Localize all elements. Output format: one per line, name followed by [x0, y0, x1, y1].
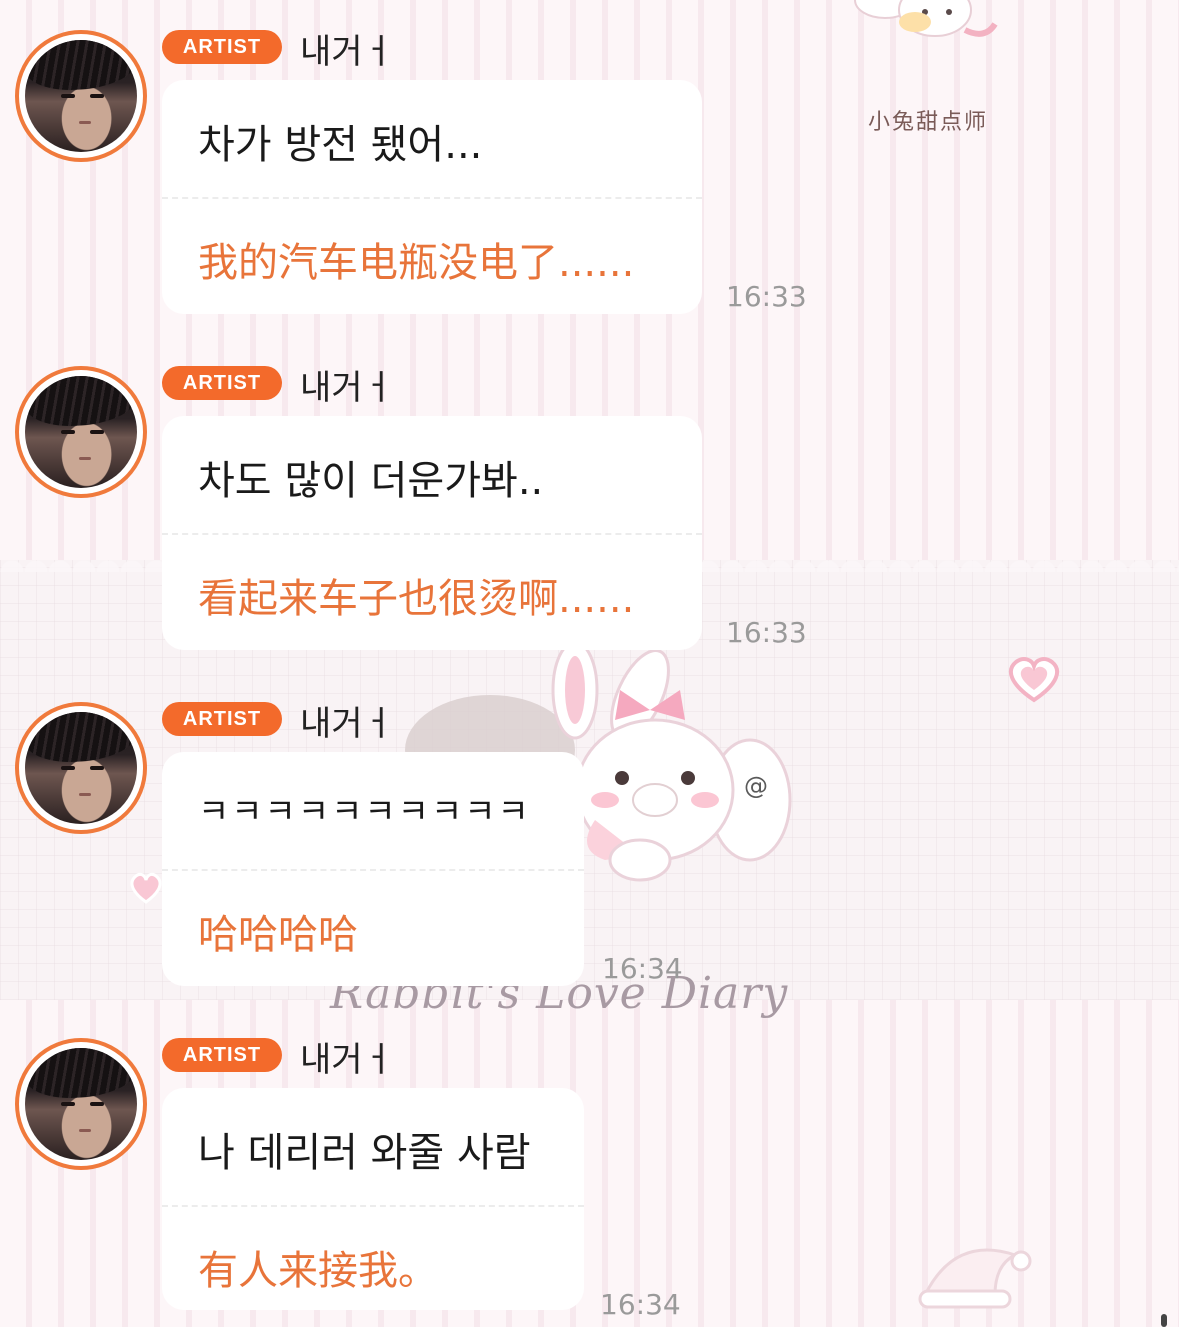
avatar-photo [25, 40, 137, 152]
avatar-photo [25, 376, 137, 488]
artist-badge: ARTIST [162, 1038, 282, 1072]
translation-divider [162, 869, 584, 871]
mention-icon: @ [744, 772, 768, 800]
translation-divider [162, 533, 702, 535]
avatar[interactable] [15, 366, 147, 498]
message-text-translation: 我的汽车电瓶没电了...... [198, 240, 635, 286]
santa-hat-sticker [918, 1248, 1032, 1309]
heart-icon [130, 872, 162, 904]
message-text-korean: 나 데리러 와줄 사람 [198, 1130, 531, 1176]
message-text-korean: 차가 방전 됐어... [198, 122, 483, 168]
artist-badge: ARTIST [162, 702, 282, 736]
message-timestamp: 16:34 [602, 952, 683, 985]
message-timestamp: 16:34 [600, 1288, 681, 1321]
message-timestamp: 16:33 [726, 616, 807, 649]
avatar-photo [25, 712, 137, 824]
message-bubble[interactable]: ㅋㅋㅋㅋㅋㅋㅋㅋㅋㅋ 哈哈哈哈 [162, 752, 584, 986]
avatar-photo [25, 1048, 137, 1160]
avatar[interactable] [15, 702, 147, 834]
message-bubble[interactable]: 나 데리러 와줄 사람 有人来接我。 [162, 1088, 584, 1310]
artist-badge: ARTIST [162, 30, 282, 64]
heart-icon [1008, 657, 1060, 703]
message-timestamp: 16:33 [726, 280, 807, 313]
message-text-translation: 有人来接我。 [198, 1248, 438, 1294]
message-text-translation: 哈哈哈哈 [198, 912, 358, 958]
message-text-korean: 차도 많이 더운가봐.. [198, 458, 544, 504]
sender-nickname: 내거ㅓ [300, 368, 394, 408]
artist-badge: ARTIST [162, 366, 282, 400]
avatar[interactable] [15, 1038, 147, 1170]
message-text-translation: 看起来车子也很烫啊...... [198, 576, 635, 622]
sender-nickname: 내거ㅓ [300, 1040, 394, 1080]
avatar[interactable] [15, 30, 147, 162]
sender-nickname: 내거ㅓ [300, 704, 394, 744]
sticker-caption: 小兔甜点师 [868, 110, 989, 135]
translation-divider [162, 197, 702, 199]
bunny-sticker-top [854, 0, 998, 37]
message-bubble[interactable]: 차가 방전 됐어... 我的汽车电瓶没电了...... [162, 80, 702, 314]
scrollbar-thumb[interactable] [1161, 1314, 1167, 1327]
message-text-korean: ㅋㅋㅋㅋㅋㅋㅋㅋㅋㅋ [198, 792, 531, 832]
message-bubble[interactable]: 차도 많이 더운가봐.. 看起来车子也很烫啊...... [162, 416, 702, 650]
translation-divider [162, 1205, 584, 1207]
sender-nickname: 내거ㅓ [300, 32, 394, 72]
